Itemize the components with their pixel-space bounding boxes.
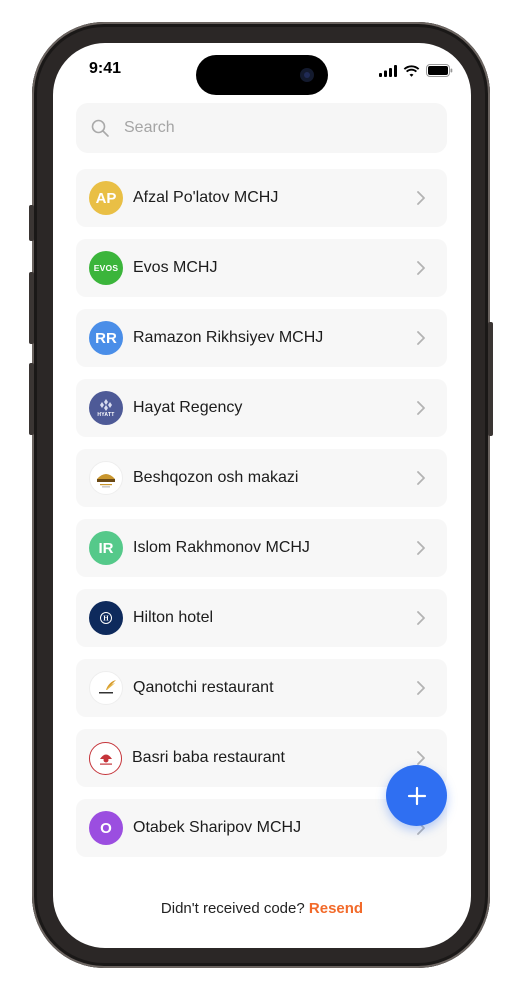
avatar-initials: AP [95, 189, 117, 207]
hilton-emblem-icon: H [100, 612, 112, 624]
footer: Didn't received code? Resend [53, 900, 471, 917]
qanotchi-emblem-icon [99, 680, 116, 694]
list-item[interactable]: EVOS Evos MCHJ [76, 239, 447, 297]
list-item[interactable]: IR Islom Rakhmonov MCHJ [76, 519, 447, 577]
avatar-initials: HYATT [97, 411, 115, 418]
list-item[interactable]: Qanotchi restaurant [76, 659, 447, 717]
search-icon [91, 119, 109, 137]
chevron-right-icon [417, 401, 425, 415]
item-name: Hilton hotel [133, 609, 214, 626]
chevron-right-icon [417, 471, 425, 485]
item-name: Ramazon Rikhsiyev MCHJ [133, 329, 324, 346]
volume-down-button [29, 363, 34, 435]
wifi-icon [403, 64, 420, 77]
beshqozon-logo [89, 461, 123, 495]
chevron-right-icon [417, 191, 425, 205]
item-name: Afzal Po'latov MCHJ [133, 189, 279, 206]
item-name: Evos MCHJ [133, 259, 218, 276]
avatar-initials: O [100, 819, 112, 837]
search-bar[interactable] [76, 103, 447, 153]
avatar: RR [89, 321, 123, 355]
avatar: O [89, 811, 123, 845]
hilton-logo: H [89, 601, 123, 635]
qanotchi-logo [89, 671, 123, 705]
evos-logo: EVOS [89, 251, 123, 285]
chevron-right-icon [417, 611, 425, 625]
camera-icon [300, 68, 314, 82]
hyatt-logo: HYATT [89, 391, 123, 425]
avatar: IR [89, 531, 123, 565]
resend-link[interactable]: Resend [309, 900, 363, 917]
resend-prompt: Didn't received code? [160, 900, 305, 917]
mute-switch [29, 205, 34, 241]
chevron-right-icon [417, 541, 425, 555]
cellular-signal-icon [379, 64, 397, 77]
list-item[interactable]: RR Ramazon Rikhsiyev MCHJ [76, 309, 447, 367]
avatar-initials: RR [95, 329, 117, 347]
basri-baba-logo [89, 741, 122, 775]
avatar-initials: EVOS [93, 263, 119, 273]
basri-baba-emblem-icon [99, 754, 112, 765]
plus-icon [407, 786, 426, 805]
list-item[interactable]: HYATT Hayat Regency [76, 379, 447, 437]
power-button [488, 322, 493, 436]
item-name: Qanotchi restaurant [133, 679, 274, 696]
chevron-right-icon [417, 681, 425, 695]
item-name: Basri baba restaurant [132, 749, 285, 766]
status-bar: 9:41 [53, 43, 471, 97]
avatar-initials: IR [98, 539, 114, 557]
status-icons [379, 64, 453, 77]
volume-up-button [29, 272, 34, 344]
add-button[interactable] [386, 765, 447, 826]
list-item[interactable]: AP Afzal Po'latov MCHJ [76, 169, 447, 227]
avatar: AP [89, 181, 123, 215]
dynamic-island [196, 55, 328, 95]
status-time: 9:41 [89, 60, 122, 77]
battery-icon [426, 64, 453, 77]
item-name: Islom Rakhmonov MCHJ [133, 539, 310, 556]
item-name: Beshqozon osh makazi [133, 469, 299, 486]
avatar-initials: H [103, 615, 109, 623]
item-name: Otabek Sharipov MCHJ [133, 819, 302, 836]
screen: 9:41 Search AP Afzal Po'latov MCHJ EVOS … [53, 43, 471, 948]
chevron-right-icon [417, 751, 425, 765]
beshqozon-emblem-icon [97, 474, 115, 488]
chevron-right-icon [417, 261, 425, 275]
list-item[interactable]: Beshqozon osh makazi [76, 449, 447, 507]
item-name: Hayat Regency [133, 399, 243, 416]
search-input[interactable] [122, 118, 426, 138]
hyatt-emblem-icon [100, 398, 112, 411]
chevron-right-icon [417, 331, 425, 345]
list-item[interactable]: H Hilton hotel [76, 589, 447, 647]
